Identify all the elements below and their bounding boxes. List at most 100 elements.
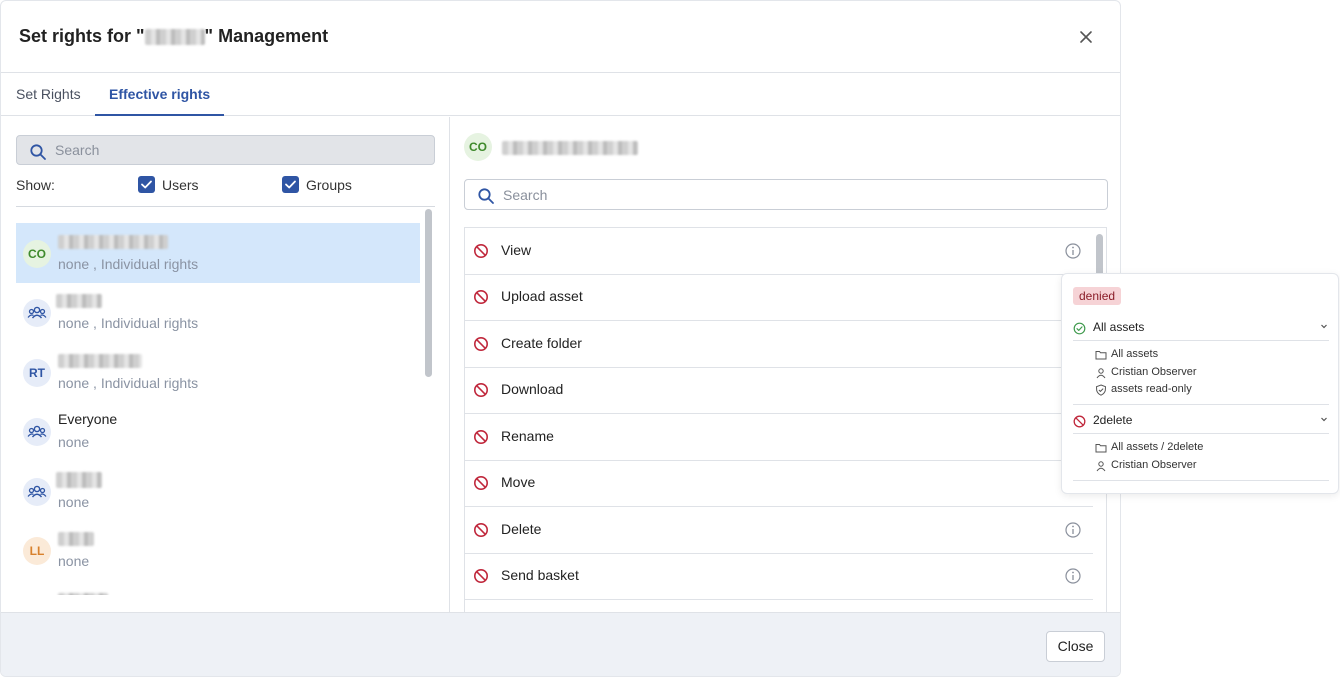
folder-icon [1095,351,1107,360]
show-label: Show: [16,177,55,193]
chevron-down-icon [1321,417,1327,422]
right-label: View [501,242,532,258]
divider [1073,433,1329,434]
source-group-2delete[interactable]: 2delete [1073,411,1329,431]
avatar [23,478,51,506]
check-icon [141,180,152,189]
left-scrollbar[interactable] [425,209,432,377]
list-item[interactable]: LL none [16,520,420,580]
principal-rights: none [58,494,90,510]
list-item[interactable]: RT none , Individual rights [16,342,420,402]
rights-list: View Upload asset Create folder Download… [464,227,1093,612]
principal-rights: none [58,434,90,450]
group-icon [27,306,47,319]
close-icon[interactable] [1076,27,1096,47]
source-group-label: All assets [1093,320,1145,334]
tab-set-rights[interactable]: Set Rights [16,73,81,116]
list-item[interactable]: none [16,461,420,521]
group-icon [27,485,47,498]
users-filter-label: Users [162,177,199,193]
dialog-footer: Close [1,612,1120,676]
users-checkbox[interactable] [138,176,155,193]
rights-dialog: Set rights for " " Management Set Rights … [0,0,1121,677]
check-icon [285,180,296,189]
right-row-delete[interactable]: Delete [465,507,1093,554]
right-row-view[interactable]: View [465,228,1093,275]
avatar [23,418,51,446]
principal-name [58,589,108,595]
info-icon[interactable] [1064,567,1082,585]
right-row-upload-asset[interactable]: Upload asset [465,274,1093,321]
right-label: Send basket [501,567,579,583]
selected-avatar: CO [464,133,492,161]
principal-rights: none , Individual rights [58,315,199,331]
deny-icon [474,383,488,397]
avatar [23,299,51,327]
right-row-rename[interactable]: Rename [465,414,1093,461]
right-row-move[interactable]: Move [465,460,1093,507]
deny-icon [474,523,488,537]
list-item[interactable]: none , Individual rights [16,282,420,342]
right-label: Move [501,474,536,490]
rights-search[interactable] [464,179,1108,210]
tab-effective-rights[interactable]: Effective rights [95,73,225,116]
group-icon [27,425,47,438]
principal-search-input[interactable] [53,136,424,164]
rights-scrollbar[interactable] [1096,234,1103,278]
principal-name [58,352,142,369]
groups-checkbox[interactable] [282,176,299,193]
principal-name [56,292,102,309]
right-label: Create folder [501,335,582,351]
deny-icon [1073,415,1086,428]
divider [1073,404,1329,405]
groups-filter-label: Groups [306,177,352,193]
effective-rights-pane: CO View Upload asset Create folder [450,117,1120,612]
right-label: Rename [501,428,554,444]
list-item[interactable]: CO none , Individual rights [16,223,420,283]
chevron-down-icon [1321,324,1327,329]
info-icon[interactable] [1064,242,1082,260]
principal-name [58,530,94,547]
principal-list: CO none , Individual rights none , Indiv… [16,223,420,595]
principal-name [58,233,168,250]
divider [16,206,435,207]
deny-icon [474,569,488,583]
right-row-create-folder[interactable]: Create folder [465,321,1093,368]
tab-bar: Set Rights Effective rights [1,73,1120,116]
title-prefix: Set rights for " [19,26,145,46]
principal-name [56,471,102,489]
right-row-send-basket[interactable]: Send basket [465,553,1093,600]
close-button[interactable]: Close [1046,631,1105,662]
list-item[interactable]: Everyone none [16,401,420,461]
right-row-download[interactable]: Download [465,367,1093,414]
list-item[interactable] [16,580,420,595]
source-group-label: 2delete [1093,413,1133,427]
principal-search[interactable] [16,135,435,165]
rights-search-input[interactable] [501,180,1097,209]
avatar: CO [23,240,51,268]
dialog-header: Set rights for " " Management [1,1,1120,73]
deny-icon [474,476,488,490]
search-icon [30,144,46,160]
right-label: Download [501,381,564,397]
divider [1073,340,1329,341]
allow-check-icon [1073,322,1086,335]
user-icon [1096,461,1106,472]
deny-icon [474,290,488,304]
right-label: Delete [501,521,542,537]
redacted-folder-name [144,29,205,46]
principal-rights: none [58,553,90,569]
status-badge: denied [1073,287,1122,305]
info-icon[interactable] [1064,521,1082,539]
principals-pane: Show: Users Groups CO none , Individual … [1,117,450,612]
shield-icon [1095,384,1107,396]
rights-detail-popover: denied All assets All assets Cristian Ob… [1061,273,1339,494]
avatar: RT [23,359,51,387]
principal-name: Everyone [58,411,118,427]
source-group-all-assets[interactable]: All assets [1073,318,1329,338]
divider [1073,480,1329,481]
right-label: Upload asset [501,288,583,304]
deny-icon [474,337,488,351]
principal-rights: none , Individual rights [58,256,199,272]
avatar: LL [23,537,51,565]
